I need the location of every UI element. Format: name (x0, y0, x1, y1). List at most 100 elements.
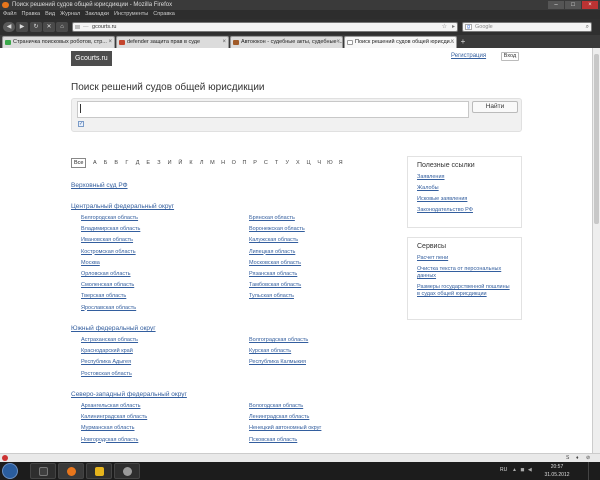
reload-button[interactable]: ↻ (30, 22, 42, 32)
register-link[interactable]: Регистрация (451, 53, 486, 59)
magnifier-icon[interactable]: ⌕ (586, 23, 589, 31)
useful-link[interactable]: Жалобы (417, 185, 512, 192)
bookmark-star-icon[interactable]: ☆ (442, 23, 447, 31)
federal-district-link[interactable]: Южный федеральный округ (71, 325, 156, 332)
supreme-court-link[interactable]: Верховный суд РФ (71, 182, 128, 189)
region-link[interactable]: Брянская область (249, 215, 295, 221)
alphabet-letter[interactable]: К (186, 158, 197, 168)
alphabet-letter[interactable]: П (239, 158, 250, 168)
region-link[interactable]: Московская область (249, 260, 301, 266)
taskbar-app-firefox[interactable] (58, 463, 84, 479)
tab-defender[interactable]: defender защита прав в суде × (116, 36, 229, 48)
home-button[interactable]: ⌂ (56, 22, 68, 32)
region-link[interactable]: Краснодарский край (81, 348, 133, 354)
region-link[interactable]: Орловская область (81, 271, 131, 277)
alphabet-letter[interactable]: Ц (303, 158, 314, 168)
alphabet-letter[interactable]: М (207, 158, 218, 168)
tray-icons[interactable]: ▲ ◼ ◀ (512, 467, 533, 473)
region-link[interactable]: Белгородская область (81, 215, 138, 221)
region-link[interactable]: Архангельская область (81, 403, 141, 409)
federal-district-link[interactable]: Центральный федеральный округ (71, 203, 174, 210)
search-button[interactable]: Найти (472, 101, 518, 113)
alphabet-letter[interactable]: З (154, 158, 165, 168)
scrollbar-thumb[interactable] (594, 54, 599, 224)
region-link[interactable]: Новгородская область (81, 437, 138, 443)
alphabet-letter[interactable]: Г (122, 158, 133, 168)
region-link[interactable]: Тульская область (249, 293, 294, 299)
start-button[interactable] (2, 463, 18, 479)
region-link[interactable]: Тверская область (81, 293, 126, 299)
menu-help[interactable]: Справка (153, 10, 175, 19)
alphabet-letter[interactable]: Е (143, 158, 154, 168)
region-link[interactable]: Ленинградская область (249, 414, 309, 420)
tab-close-icon[interactable]: × (450, 37, 454, 48)
alphabet-letter[interactable]: Й (175, 158, 186, 168)
region-link[interactable]: Волгоградская область (249, 337, 308, 343)
search-bar[interactable]: g Google ⌕ (462, 22, 592, 32)
tab-close-icon[interactable]: × (336, 37, 340, 48)
taskbar-app-tool[interactable] (114, 463, 140, 479)
page-scrollbar[interactable] (592, 48, 600, 453)
region-link[interactable]: Вологодская область (249, 403, 303, 409)
alphabet-letter[interactable]: В (111, 158, 122, 168)
alphabet-letter[interactable]: Р (250, 158, 261, 168)
region-link[interactable]: Владимирская область (81, 226, 140, 232)
maximize-button[interactable]: □ (565, 1, 581, 9)
alphabet-all[interactable]: Все (71, 158, 87, 168)
region-link[interactable]: Мурманская область (81, 425, 134, 431)
region-link[interactable]: Курская область (249, 348, 291, 354)
taskbar-app-explorer[interactable] (30, 463, 56, 479)
alphabet-letter[interactable]: Д (132, 158, 143, 168)
login-button[interactable]: Вход (501, 52, 519, 61)
clock[interactable]: 20:57 31.05.2012 (532, 463, 582, 479)
alphabet-letter[interactable]: Л (196, 158, 207, 168)
google-engine-icon[interactable]: g (465, 24, 472, 30)
close-window-button[interactable]: × (582, 1, 598, 9)
alphabet-letter[interactable]: Ч (314, 158, 325, 168)
alphabet-letter[interactable]: С (260, 158, 271, 168)
menu-tools[interactable]: Инструменты (114, 10, 148, 19)
show-desktop-button[interactable] (588, 462, 600, 480)
alphabet-letter[interactable]: Ю (325, 158, 336, 168)
tab-close-icon[interactable]: × (222, 37, 226, 48)
alphabet-letter[interactable]: Б (100, 158, 111, 168)
region-link[interactable]: Ростовская область (81, 371, 132, 377)
search-option-checkbox[interactable]: ✓ (78, 121, 84, 127)
region-link[interactable]: Москва (81, 260, 100, 266)
federal-district-link[interactable]: Северо-западный федеральный округ (71, 391, 187, 398)
tab-search-robots[interactable]: Страничка поисковых роботов, стр... × (2, 36, 115, 48)
useful-link[interactable]: Заявления (417, 174, 512, 181)
new-tab-button[interactable]: + (458, 37, 468, 47)
useful-link[interactable]: Исковые заявления (417, 196, 512, 203)
menu-bookmarks[interactable]: Закладки (85, 10, 109, 19)
alphabet-letter[interactable]: Н (218, 158, 229, 168)
go-arrow-icon[interactable]: ▸ (452, 23, 455, 31)
alphabet-letter[interactable]: Я (335, 158, 346, 168)
alphabet-letter[interactable]: О (228, 158, 239, 168)
region-link[interactable]: Республика Адыгея (81, 359, 131, 365)
menu-view[interactable]: Вид (45, 10, 55, 19)
minimize-button[interactable]: – (548, 1, 564, 9)
region-link[interactable]: Псковская область (249, 437, 297, 443)
forward-button[interactable]: ▶ (16, 22, 28, 32)
region-link[interactable]: Калининградская область (81, 414, 147, 420)
alphabet-letter[interactable]: А (89, 158, 100, 168)
region-link[interactable]: Смоленская область (81, 282, 134, 288)
service-link[interactable]: Размеры государственной пошлины в судах … (417, 284, 512, 298)
region-link[interactable]: Астраханская область (81, 337, 138, 343)
region-link[interactable]: Ярославская область (81, 305, 136, 311)
region-link[interactable]: Тамбовская область (249, 282, 301, 288)
region-link[interactable]: Ненецкий автономный округ (249, 425, 321, 431)
menu-edit[interactable]: Правка (22, 10, 41, 19)
site-identity-icon[interactable] (75, 25, 80, 29)
alphabet-letter[interactable]: У (282, 158, 293, 168)
back-button[interactable]: ◀ (3, 22, 15, 32)
region-link[interactable]: Липецкая область (249, 249, 295, 255)
region-link[interactable]: Костромская область (81, 249, 136, 255)
taskbar-app-folder[interactable] (86, 463, 112, 479)
tab-gcourts[interactable]: Поиск решений судов общей юрисди... × (344, 36, 457, 48)
stop-button[interactable]: ✕ (43, 22, 55, 32)
menu-file[interactable]: Файл (3, 10, 17, 19)
search-input[interactable] (77, 101, 469, 118)
service-link[interactable]: Очистка текста от персональных данных (417, 266, 512, 280)
